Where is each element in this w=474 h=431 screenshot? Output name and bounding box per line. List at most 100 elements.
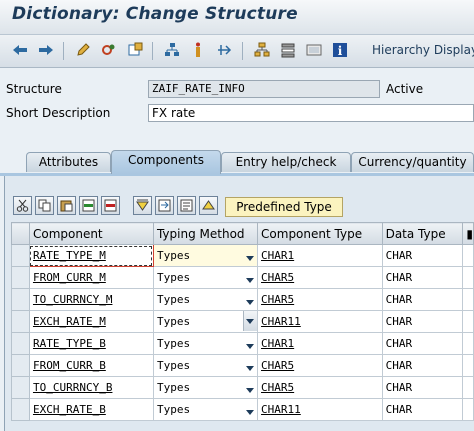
chevron-down-icon[interactable] <box>246 366 255 371</box>
typing-method-cell[interactable]: Types <box>152 288 259 311</box>
column-header-more[interactable]: ▮ <box>462 222 474 245</box>
component-type-cell[interactable]: CHAR1 <box>257 244 383 267</box>
chevron-down-icon[interactable] <box>246 410 255 415</box>
info-icon[interactable] <box>188 41 208 59</box>
chevron-down-icon[interactable] <box>246 344 255 349</box>
row-selector[interactable] <box>11 266 30 289</box>
typing-method-cell[interactable]: Types <box>152 354 259 377</box>
data-type-cell: CHAR <box>381 398 464 421</box>
activate-icon[interactable] <box>99 41 119 59</box>
component-type-cell[interactable]: CHAR1 <box>257 332 383 355</box>
typing-method-cell[interactable]: Types <box>152 244 259 267</box>
component-cell[interactable]: TO_CURRNCY_M <box>28 288 154 311</box>
component-type-value: CHAR11 <box>261 315 301 328</box>
typing-method-cell[interactable]: Types <box>152 332 259 355</box>
row-selector[interactable] <box>11 398 30 421</box>
tab-currency-quantity[interactable]: Currency/quantity <box>351 152 474 172</box>
table-row: EXCH_RATE_M Types CHAR11 CHAR <box>11 310 474 333</box>
svg-text:i: i <box>338 44 343 58</box>
chevron-down-icon[interactable] <box>246 300 255 305</box>
component-type-value: CHAR1 <box>261 337 295 350</box>
component-cell[interactable]: FROM_CURR_M <box>28 266 154 289</box>
navigate-icon[interactable] <box>214 41 234 59</box>
row-selector[interactable] <box>11 288 30 311</box>
tab-entry-help-check[interactable]: Entry help/check <box>221 152 351 172</box>
column-header-data-type[interactable]: Data Type <box>381 222 464 245</box>
component-type-cell[interactable]: CHAR5 <box>257 266 383 289</box>
chevron-down-icon[interactable] <box>246 388 255 393</box>
component-name: TO_CURRNCY_M <box>32 293 113 306</box>
table-row: RATE_TYPE_M Types CHAR1 CHAR <box>11 244 474 267</box>
component-cell[interactable]: TO_CURRNCY_B <box>28 376 154 399</box>
dropdown-button[interactable] <box>243 311 257 331</box>
typing-method-cell[interactable]: Types <box>152 266 259 289</box>
forward-icon[interactable] <box>36 41 56 59</box>
row-selector[interactable] <box>11 310 30 333</box>
component-type-cell[interactable]: CHAR11 <box>257 398 383 421</box>
row-selector-header[interactable] <box>11 222 30 245</box>
data-type-cell: CHAR <box>381 288 464 311</box>
component-type-cell[interactable]: CHAR5 <box>257 288 383 311</box>
find-next-icon[interactable] <box>155 196 174 215</box>
data-type-cell: CHAR <box>381 376 464 399</box>
up-icon[interactable] <box>199 196 218 215</box>
component-type-cell[interactable]: CHAR5 <box>257 354 383 377</box>
component-cell[interactable]: EXCH_RATE_M <box>28 310 154 333</box>
row-selector[interactable] <box>11 332 30 355</box>
row-selector[interactable] <box>11 244 30 267</box>
data-type-cell: CHAR <box>381 354 464 377</box>
data-type-cell: CHAR <box>381 310 464 333</box>
paste-icon[interactable] <box>57 196 76 215</box>
tab-components[interactable]: Components <box>111 150 221 174</box>
typing-method-cell[interactable]: Types <box>152 376 259 399</box>
component-cell[interactable]: RATE_TYPE_B <box>28 332 154 355</box>
details-icon[interactable] <box>177 196 196 215</box>
hierarchy-display-button[interactable]: Hierarchy Display <box>372 43 474 57</box>
tab-attributes[interactable]: Attributes <box>26 152 111 172</box>
row-selector[interactable] <box>11 376 30 399</box>
chevron-down-icon[interactable] <box>246 256 255 261</box>
find-icon[interactable] <box>133 196 152 215</box>
status-text: Active <box>386 82 424 96</box>
title-bar: Dictionary: Change Structure <box>0 0 474 35</box>
cut-icon[interactable] <box>13 196 32 215</box>
row-selector[interactable] <box>11 354 30 377</box>
copy-icon[interactable] <box>35 196 54 215</box>
object-list-icon[interactable] <box>125 41 145 59</box>
tree-icon[interactable] <box>278 41 298 59</box>
where-used-icon[interactable] <box>162 41 182 59</box>
typing-method-cell[interactable]: Types <box>152 310 259 333</box>
component-name: FROM_CURR_B <box>32 359 106 372</box>
component-type-cell[interactable]: CHAR5 <box>257 376 383 399</box>
column-header-component[interactable]: Component <box>28 222 154 245</box>
component-name: FROM_CURR_M <box>32 271 106 284</box>
column-header-typing-method[interactable]: Typing Method <box>152 222 259 245</box>
component-cell[interactable]: EXCH_RATE_B <box>28 398 154 421</box>
table-header-row: Component Typing Method Component Type D… <box>11 222 474 245</box>
typing-method-value: Types <box>156 359 191 372</box>
edit-icon[interactable] <box>73 41 93 59</box>
component-cell[interactable]: RATE_TYPE_M <box>28 244 154 267</box>
component-cell[interactable]: FROM_CURR_B <box>28 354 154 377</box>
table-row: RATE_TYPE_B Types CHAR1 CHAR <box>11 332 474 355</box>
typing-method-value: Types <box>156 293 191 306</box>
predefined-type-button[interactable]: Predefined Type <box>225 197 343 217</box>
hierarchy-icon[interactable] <box>252 41 272 59</box>
component-type-value: CHAR5 <box>261 271 295 284</box>
information-icon[interactable]: i <box>330 41 350 59</box>
insert-row-icon[interactable] <box>79 196 98 215</box>
column-header-component-type[interactable]: Component Type <box>257 222 383 245</box>
display-icon[interactable] <box>304 41 324 59</box>
table-row: EXCH_RATE_B Types CHAR11 CHAR <box>11 398 474 421</box>
components-table: Component Typing Method Component Type D… <box>11 222 474 421</box>
component-type-cell[interactable]: CHAR11 <box>257 310 383 333</box>
delete-row-icon[interactable] <box>101 196 120 215</box>
component-type-value: CHAR11 <box>261 403 301 416</box>
typing-method-cell[interactable]: Types <box>152 398 259 421</box>
chevron-down-icon[interactable] <box>246 278 255 283</box>
short-description-field[interactable]: FX rate <box>148 104 474 122</box>
toolbar-separator <box>63 42 64 60</box>
typing-method-value: Types <box>156 249 191 262</box>
back-icon[interactable] <box>10 41 30 59</box>
component-name: EXCH_RATE_B <box>32 403 106 416</box>
